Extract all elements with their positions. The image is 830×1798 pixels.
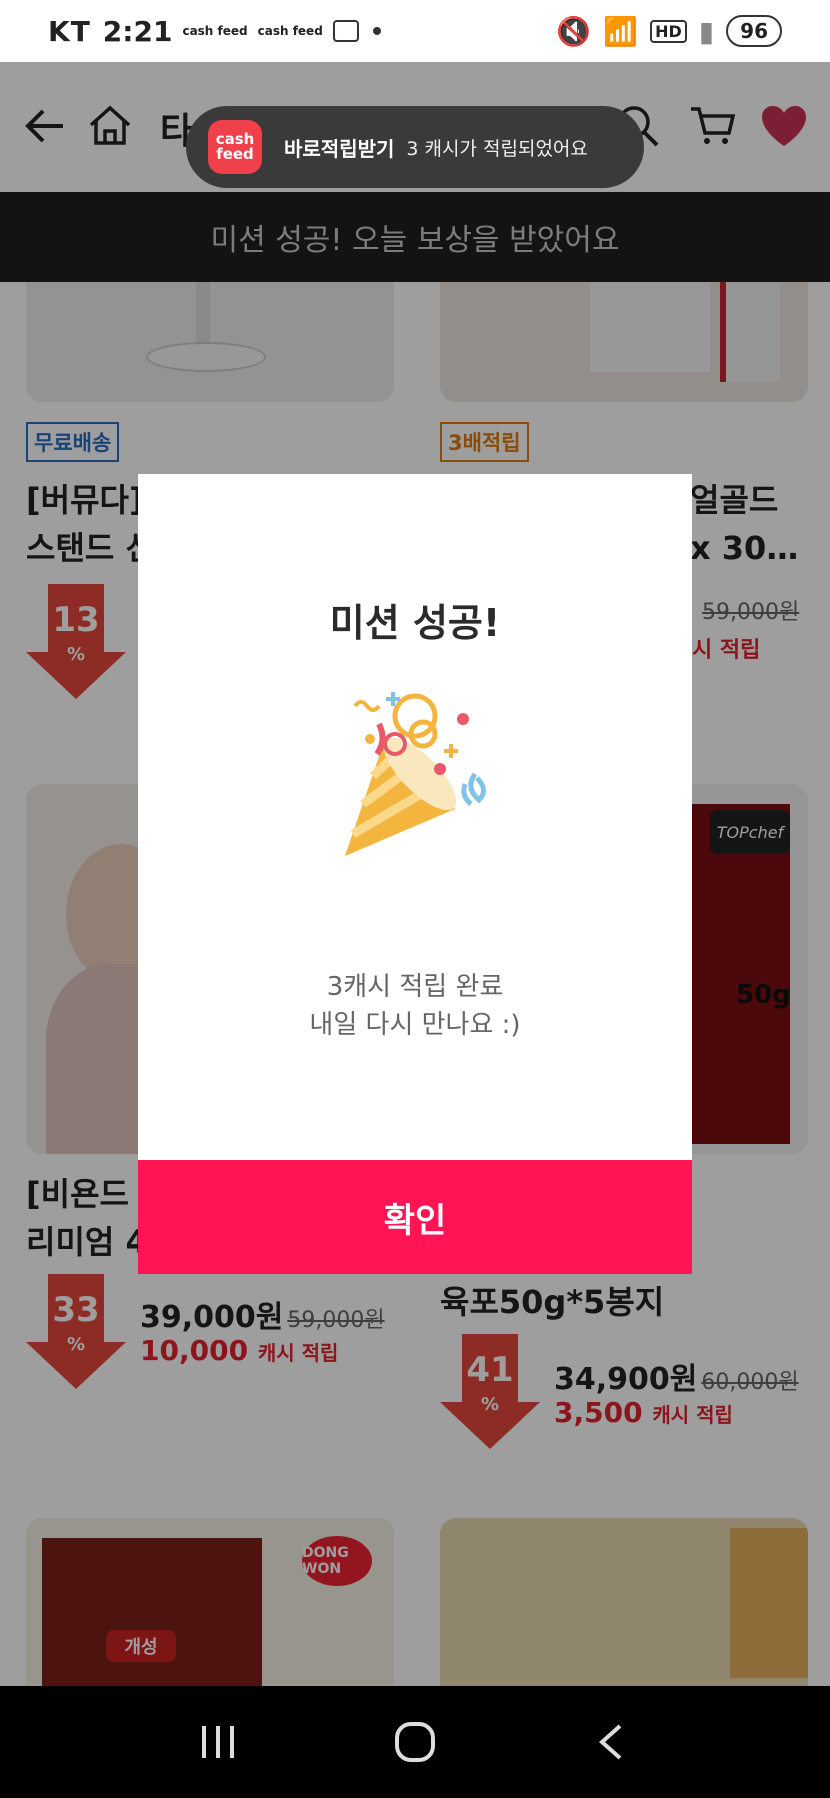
home-circle-icon[interactable] bbox=[385, 1712, 445, 1772]
cashfeed-notification-icon-2: cash feed bbox=[257, 24, 323, 38]
mute-icon: 🔇 bbox=[556, 14, 592, 48]
party-popper-icon bbox=[315, 684, 515, 884]
dialog-message-line1: 3캐시 적립 완료 bbox=[326, 972, 504, 1002]
toast-message: 3 캐시가 적립되었어요 bbox=[406, 137, 588, 160]
status-bar: KT 2:21 cash feed cash feed 🔇 📶 HD ▮ 96 bbox=[0, 0, 830, 62]
dialog-message-line2: 내일 다시 만나요 :) bbox=[309, 1010, 521, 1040]
dialog-title: 미션 성공! bbox=[329, 601, 501, 645]
cashfeed-toast[interactable]: cash feed 바로적립받기 3 캐시가 적립되었어요 bbox=[186, 106, 644, 188]
cashfeed-notification-icon: cash feed bbox=[182, 24, 248, 38]
time-label: 2:21 bbox=[102, 14, 173, 48]
hd-icon: HD bbox=[650, 19, 687, 43]
battery-indicator: 96 bbox=[726, 15, 782, 47]
screenshot-icon bbox=[332, 20, 359, 42]
dot-icon bbox=[372, 27, 381, 35]
dialog-message: 3캐시 적립 완료 내일 다시 만나요 :) bbox=[138, 968, 692, 1044]
system-nav-bar bbox=[0, 1686, 830, 1798]
confirm-button[interactable]: 확인 bbox=[138, 1160, 692, 1274]
carrier-label: KT bbox=[48, 14, 91, 48]
back-chevron-icon[interactable] bbox=[582, 1712, 642, 1772]
cashfeed-logo: cash feed bbox=[208, 120, 262, 174]
recents-icon[interactable] bbox=[188, 1712, 248, 1772]
mission-success-dialog: 미션 성공! 3캐시 적립 완료 내일 다시 만나요 :) 확인 bbox=[138, 474, 692, 1274]
wifi-icon: 📶 bbox=[603, 14, 639, 48]
signal-icon: ▮ bbox=[698, 14, 715, 48]
toast-title: 바로적립받기 bbox=[284, 136, 395, 161]
